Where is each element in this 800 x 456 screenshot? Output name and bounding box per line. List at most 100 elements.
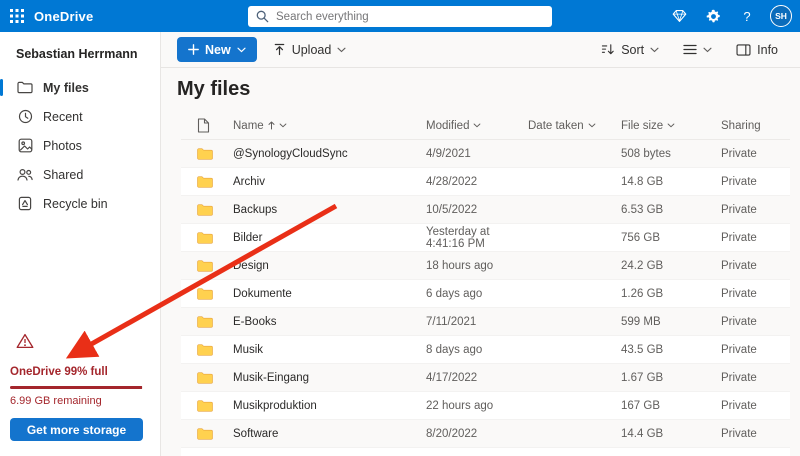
file-row[interactable]: Backups 10/5/2022 6.53 GB Private — [181, 196, 790, 224]
file-sharing: Private — [721, 287, 757, 300]
sort-button-label: Sort — [621, 42, 645, 57]
help-icon[interactable]: ? — [732, 0, 762, 32]
folder-icon — [197, 343, 233, 356]
app-name[interactable]: OneDrive — [34, 9, 93, 24]
column-header-name[interactable]: Name — [233, 120, 426, 132]
file-row[interactable]: @SynologyCloudSync 4/9/2021 508 bytes Pr… — [181, 140, 790, 168]
page-title: My files — [177, 78, 251, 100]
folder-icon — [197, 175, 233, 188]
sidebar-item-label: Recent — [43, 109, 83, 124]
info-button[interactable]: Info — [728, 37, 786, 62]
column-header-label: File size — [621, 119, 664, 132]
file-row[interactable]: Musikproduktion 22 hours ago 167 GB Priv… — [181, 392, 790, 420]
sidebar-item-label: Recycle bin — [43, 196, 108, 211]
sidebar-item-recycle-bin[interactable]: Recycle bin — [0, 189, 160, 218]
people-icon — [17, 167, 33, 183]
file-row[interactable]: Musik 8 days ago 43.5 GB Private — [181, 336, 790, 364]
column-header-label: Name — [233, 119, 264, 132]
file-size: 14.8 GB — [621, 175, 664, 188]
user-name: Sebastian Herrmann — [16, 47, 138, 61]
chevron-down-icon — [474, 123, 481, 128]
column-header-label: Modified — [426, 119, 470, 132]
file-modified: 4/9/2021 — [426, 147, 471, 160]
storage-warning-panel: OneDrive 99% full 6.99 GB remaining Get … — [0, 333, 160, 456]
search-icon — [256, 10, 269, 23]
sidebar-item-shared[interactable]: Shared — [0, 160, 160, 189]
file-row-partial[interactable] — [181, 448, 790, 456]
file-type-header-icon — [197, 118, 233, 133]
column-header-label: Date taken — [528, 119, 584, 132]
sidebar-item-recent[interactable]: Recent — [0, 102, 160, 131]
avatar[interactable]: SH — [770, 5, 792, 27]
file-size: 43.5 GB — [621, 343, 664, 356]
file-modified: 4/17/2022 — [426, 371, 478, 384]
app-launcher-waffle-icon[interactable] — [0, 0, 34, 32]
chevron-down-icon — [237, 47, 246, 52]
folder-icon — [197, 287, 233, 300]
premium-diamond-icon[interactable] — [664, 0, 694, 32]
file-row[interactable]: Design 18 hours ago 24.2 GB Private — [181, 252, 790, 280]
folder-icon — [197, 399, 233, 412]
upload-button[interactable]: Upload — [265, 37, 355, 62]
file-modified: 8/20/2022 — [426, 427, 478, 440]
get-more-storage-button[interactable]: Get more storage — [10, 418, 143, 441]
file-size: 756 GB — [621, 231, 660, 244]
upload-button-label: Upload — [291, 42, 332, 57]
file-modified: 22 hours ago — [426, 399, 494, 412]
file-size: 508 bytes — [621, 147, 671, 160]
file-sharing: Private — [721, 427, 757, 440]
waffle-grid-icon — [10, 9, 24, 23]
toolbar-right: Sort Info — [593, 37, 786, 62]
topbar: OneDrive ? SH — [0, 0, 800, 32]
search-input[interactable] — [276, 10, 544, 23]
info-panel-icon — [736, 43, 751, 56]
chevron-down-icon — [588, 123, 595, 128]
column-header-date-taken[interactable]: Date taken — [528, 120, 621, 132]
folder-icon — [17, 80, 33, 96]
chevron-down-icon — [337, 47, 346, 52]
new-button-label: New — [205, 42, 231, 57]
file-size: 1.67 GB — [621, 371, 664, 384]
column-header-modified[interactable]: Modified — [426, 120, 528, 132]
file-row[interactable]: E-Books 7/11/2021 599 MB Private — [181, 308, 790, 336]
search-box[interactable] — [248, 6, 552, 27]
file-modified: 8 days ago — [426, 343, 483, 356]
file-name: Bilder — [233, 231, 263, 244]
sidebar-item-photos[interactable]: Photos — [0, 131, 160, 160]
list-view-icon — [683, 44, 697, 55]
view-options-button[interactable] — [675, 37, 720, 62]
column-header-file-size[interactable]: File size — [621, 120, 721, 132]
settings-gear-icon[interactable] — [698, 0, 728, 32]
file-row[interactable]: Dokumente 6 days ago 1.26 GB Private — [181, 280, 790, 308]
column-header-sharing[interactable]: Sharing — [721, 120, 790, 132]
sidebar-item-my-files[interactable]: My files — [0, 73, 160, 102]
file-size: 167 GB — [621, 399, 660, 412]
photos-icon — [17, 138, 33, 154]
file-name: @SynologyCloudSync — [233, 147, 348, 160]
file-sharing: Private — [721, 259, 757, 272]
chevron-down-icon — [703, 47, 712, 52]
file-size: 24.2 GB — [621, 259, 664, 272]
new-button[interactable]: New — [177, 37, 257, 62]
column-header-label: Sharing — [721, 119, 761, 132]
toolbar: New Upload Sort Info — [161, 32, 800, 68]
storage-usage-bar — [10, 386, 143, 389]
chevron-down-icon — [279, 123, 287, 128]
file-row[interactable]: Musik-Eingang 4/17/2022 1.67 GB Private — [181, 364, 790, 392]
file-row[interactable]: Archiv 4/28/2022 14.8 GB Private — [181, 168, 790, 196]
sort-button[interactable]: Sort — [593, 37, 667, 62]
folder-icon — [197, 203, 233, 216]
file-row[interactable]: Software 8/20/2022 14.4 GB Private — [181, 420, 790, 448]
file-table: Name Modified Date taken File size Shari… — [181, 112, 790, 456]
file-name: Musik — [233, 343, 264, 356]
file-modified: Yesterday at 4:41:16 PM — [426, 225, 490, 250]
file-list: @SynologyCloudSync 4/9/2021 508 bytes Pr… — [181, 140, 790, 456]
file-sharing: Private — [721, 231, 757, 244]
file-sharing: Private — [721, 399, 757, 412]
main-content: New Upload Sort Info My files Name Modif… — [160, 32, 800, 456]
sidebar: Sebastian Herrmann My files Recent Photo… — [0, 32, 160, 456]
file-name: Musik-Eingang — [233, 371, 310, 384]
file-name: E-Books — [233, 315, 277, 328]
folder-icon — [197, 231, 233, 244]
file-row[interactable]: Bilder Yesterday at 4:41:16 PM 756 GB Pr… — [181, 224, 790, 252]
